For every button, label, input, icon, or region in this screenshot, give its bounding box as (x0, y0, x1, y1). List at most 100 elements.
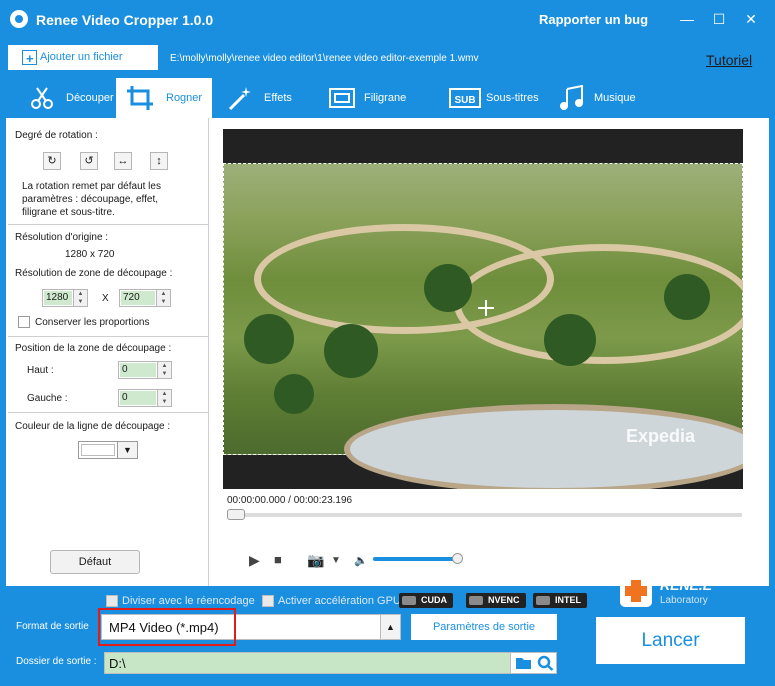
seek-handle[interactable] (227, 509, 245, 520)
report-bug-link[interactable]: Rapporter un bug (539, 12, 648, 27)
play-icon[interactable]: ▶ (249, 552, 260, 569)
original-resolution-value: 1280 x 720 (65, 249, 115, 260)
tab-effets-label: Effets (264, 92, 292, 104)
folder-open-icon[interactable] (515, 656, 533, 670)
color-swatch (81, 444, 115, 456)
divider (8, 412, 209, 413)
maximize-icon[interactable]: ☐ (710, 10, 728, 28)
output-settings-button[interactable]: Paramètres de sortie (411, 614, 557, 640)
brand-logo: RENE.E Laboratory (620, 575, 750, 611)
split-reencode-label: Diviser avec le réencodage (122, 595, 255, 607)
keep-ratio-label: Conserver les proportions (35, 317, 150, 328)
volume-handle[interactable] (452, 553, 463, 564)
search-icon[interactable] (537, 655, 554, 671)
left-position-value[interactable]: 0 (120, 391, 156, 405)
tab-filigrane-label: Filigrane (364, 92, 407, 104)
tree (324, 324, 378, 378)
tab-sous-titres[interactable]: SUB Sous-titres (447, 78, 547, 118)
add-file-label: Ajouter un fichier (40, 51, 123, 63)
tab-bar: Découper Rogner Effets Filigrane SUB Sou… (0, 78, 775, 118)
crop-icon (127, 86, 153, 110)
flip-vertical-button[interactable]: ↕ (150, 152, 168, 170)
crop-height-stepper[interactable]: 720 ▲ ▼ (119, 289, 171, 307)
app-window: Renee Video Cropper 1.0.0 Rapporter un b… (0, 0, 775, 686)
tree (424, 264, 472, 312)
folder-label: Dossier de sortie : (16, 656, 97, 667)
gpu-accel-option[interactable]: Activer accélération GPU (262, 595, 401, 608)
video-watermark: Expedia (626, 426, 696, 446)
camera-menu-chevron-icon[interactable]: ▼ (331, 555, 341, 566)
close-icon[interactable]: ✕ (742, 10, 760, 28)
intel-icon (536, 596, 550, 605)
file-path: E:\molly\molly\renee video editor\1\rene… (170, 53, 479, 64)
rotate-clockwise-button[interactable]: ↻ (43, 152, 61, 170)
keep-ratio-checkbox[interactable] (18, 316, 30, 328)
tree (544, 314, 596, 366)
rotate-clockwise-icon: ↻ (47, 155, 57, 167)
gpu-accel-checkbox[interactable] (262, 595, 274, 608)
video-frame[interactable]: Expedia (223, 163, 743, 489)
tab-sous-titres-label: Sous-titres (486, 92, 539, 104)
stepper-arrows-icon[interactable]: ▲ ▼ (156, 290, 170, 306)
tutorial-link[interactable]: Tutoriel (706, 52, 752, 68)
tab-effets[interactable]: Effets (222, 78, 312, 118)
tab-rogner-label: Rogner (166, 92, 203, 104)
music-note-icon (560, 85, 583, 110)
crop-width-stepper[interactable]: 1280 ▲ ▼ (42, 289, 88, 307)
subtitle-icon: SUB (449, 88, 481, 108)
flip-horizontal-icon: ↔ (117, 155, 129, 167)
top-position-value[interactable]: 0 (120, 363, 156, 377)
seek-bar[interactable] (227, 509, 742, 520)
tab-decouper[interactable]: Découper (20, 78, 116, 118)
nvenc-badge-label: NVENC (488, 595, 520, 605)
output-folder-field[interactable]: D:\ (104, 652, 557, 674)
title-bar: Renee Video Cropper 1.0.0 Rapporter un b… (0, 0, 775, 40)
divider (8, 336, 209, 337)
stop-icon[interactable]: ■ (274, 552, 282, 567)
brand-subtitle: Laboratory (660, 595, 708, 606)
rotation-note: La rotation remet par défaut les paramèt… (22, 181, 161, 218)
tab-musique[interactable]: Musique (558, 78, 648, 118)
tree (274, 374, 314, 414)
app-logo-icon (10, 10, 28, 28)
chevron-up-icon[interactable]: ▲ (380, 615, 400, 639)
crop-resolution-label: Résolution de zone de découpage : (15, 268, 173, 279)
crop-center-crosshair[interactable] (478, 300, 494, 316)
output-folder-value[interactable]: D:\ (109, 656, 126, 671)
split-reencode-option[interactable]: Diviser avec le réencodage (106, 595, 255, 608)
crop-width-value[interactable]: 1280 (44, 291, 72, 305)
rotate-counterclockwise-icon: ↺ (84, 155, 94, 167)
time-display: 00:00:00.000 / 00:00:23.196 (227, 495, 353, 506)
minimize-icon[interactable]: — (678, 10, 696, 28)
volume-slider[interactable] (373, 557, 458, 561)
split-reencode-checkbox[interactable] (106, 595, 118, 608)
highlight-box (98, 608, 236, 646)
video-preview[interactable]: Expedia (223, 129, 743, 489)
top-position-stepper[interactable]: 0 ▲ ▼ (118, 361, 172, 379)
flip-horizontal-button[interactable]: ↔ (114, 152, 132, 170)
stepper-arrows-icon[interactable]: ▲ ▼ (73, 290, 87, 306)
crop-x-separator: X (102, 293, 109, 304)
magic-wand-icon (228, 87, 251, 111)
line-color-label: Couleur de la ligne de découpage : (15, 421, 171, 432)
left-label: Gauche : (27, 393, 68, 404)
tab-rogner[interactable]: Rogner (116, 78, 212, 118)
line-color-picker[interactable]: ▼ (78, 441, 138, 459)
nvenc-badge: NVENC (466, 593, 526, 608)
tab-filigrane[interactable]: Filigrane (326, 78, 426, 118)
divider (8, 224, 209, 225)
crop-height-value[interactable]: 720 (121, 291, 155, 305)
camera-icon[interactable]: 📷 (307, 552, 324, 569)
gpu-accel-label: Activer accélération GPU (278, 595, 401, 607)
rotate-counterclockwise-button[interactable]: ↺ (80, 152, 98, 170)
add-file-button[interactable]: Ajouter un fichier (8, 45, 158, 71)
volume-icon[interactable]: 🔈 (354, 554, 368, 567)
stepper-arrows-icon[interactable]: ▲ ▼ (157, 362, 171, 378)
left-position-stepper[interactable]: 0 ▲ ▼ (118, 389, 172, 407)
launch-button[interactable]: Lancer (596, 617, 745, 664)
default-button[interactable]: Défaut (50, 550, 140, 574)
flip-vertical-icon: ↕ (156, 155, 162, 167)
chevron-down-icon[interactable]: ▼ (117, 442, 137, 458)
original-resolution-label: Résolution d'origine : (15, 232, 109, 243)
stepper-arrows-icon[interactable]: ▲ ▼ (157, 390, 171, 406)
